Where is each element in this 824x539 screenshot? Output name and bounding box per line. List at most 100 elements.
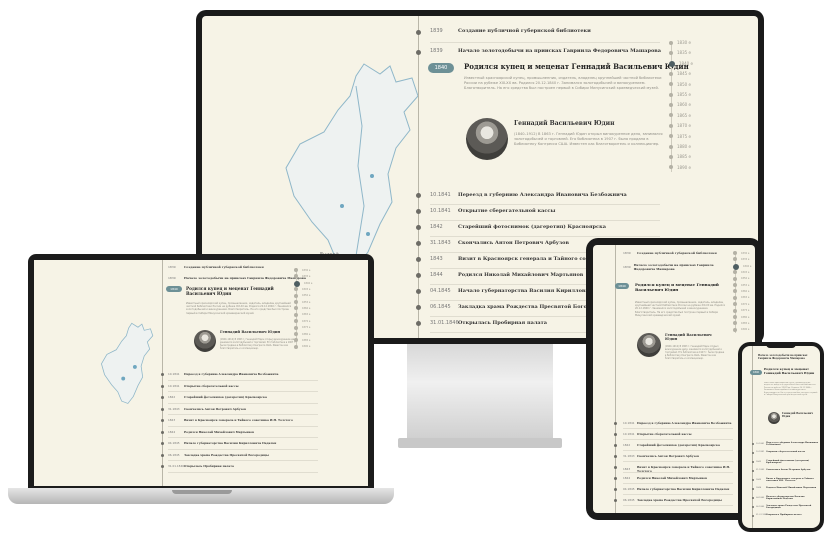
year-marker[interactable]: 1870 е bbox=[294, 319, 310, 324]
year-marker[interactable]: 1880 е bbox=[294, 332, 310, 336]
event-row[interactable]: 10.1841 Переезд в губернию Александра Ива… bbox=[623, 421, 743, 425]
event-row[interactable]: 1843 Визит в Красноярск генерала и Тайног… bbox=[168, 418, 293, 422]
event-row[interactable]: 06.1845 Закладка храма Рождества Пресвято… bbox=[623, 498, 743, 502]
year-marker[interactable]: 1860 е bbox=[733, 289, 749, 294]
year-marker[interactable]: 1850 е bbox=[669, 82, 691, 87]
event-row[interactable]: 1844 Родился Николай Михайлович Мартьянов bbox=[756, 487, 820, 489]
active-date-pill[interactable]: 1840 bbox=[750, 370, 762, 375]
year-marker[interactable]: 1890 е bbox=[294, 344, 310, 349]
year-marker[interactable]: 1855 е bbox=[733, 283, 749, 287]
region-map[interactable] bbox=[272, 56, 452, 276]
event-row[interactable]: 06.1845 Закладка храма Рождества Пресвято… bbox=[756, 505, 820, 509]
event-row[interactable]: 1839 Начало золотодобычи на приисках Гав… bbox=[168, 276, 306, 280]
event-row[interactable]: 06.1845 Закладка храма Рождества Пресвято… bbox=[168, 453, 269, 457]
year-marker[interactable]: 1855 е bbox=[294, 300, 310, 304]
year-marker[interactable]: 1870 е bbox=[733, 302, 749, 307]
event-row[interactable]: 1839 Создание публичной губернской библи… bbox=[623, 251, 717, 255]
year-marker[interactable]: 1840 е bbox=[733, 263, 751, 270]
year-marker[interactable]: 1865 е bbox=[294, 312, 310, 317]
event-row[interactable]: 1839 Начало золотодобычи на приисках Гав… bbox=[430, 48, 661, 54]
event-row[interactable]: 10.1841 Переезд в губернию Александра Ива… bbox=[168, 372, 278, 376]
event-row[interactable]: 1839 Создание публичной губернской библи… bbox=[430, 28, 591, 34]
event-row[interactable]: 04.1845 Начало губернаторства Василия Кир… bbox=[623, 487, 743, 491]
year-marker[interactable]: 1855 е bbox=[669, 92, 691, 97]
year-marker[interactable]: 1885 е bbox=[294, 338, 310, 343]
divider bbox=[168, 391, 318, 392]
event-row[interactable]: 31.1843 Скончались Антон Петрович Арбузов bbox=[756, 469, 820, 471]
year-marker[interactable]: 1875 е bbox=[294, 325, 310, 330]
event-text: Закладка храма Рождества Пресвятой Богор… bbox=[184, 452, 269, 457]
event-row[interactable]: 10.1841 Открытие сберегательной кассы bbox=[756, 451, 820, 453]
year-marker[interactable]: 1875 е bbox=[669, 134, 691, 139]
event-row[interactable]: 10.1841 Переезд в губернию Александра Ива… bbox=[756, 442, 820, 446]
event-row[interactable]: 31.1843 Скончались Антон Петрович Арбузов bbox=[168, 407, 246, 411]
event-row[interactable]: 06.1845 Закладка храма Рождества Пресвято… bbox=[430, 304, 610, 310]
divider bbox=[623, 483, 733, 484]
active-date-pill[interactable]: 1840 bbox=[428, 63, 454, 73]
event-row[interactable]: 1839 Создание публичной губернской библи… bbox=[168, 265, 264, 269]
event-row[interactable]: 1844 Родился Николай Михайлович Мартьянов bbox=[430, 272, 583, 278]
active-date-pill[interactable]: 1840 bbox=[615, 283, 629, 289]
year-marker[interactable]: 1880 е bbox=[733, 315, 749, 319]
year-marker[interactable]: 1830 е bbox=[733, 251, 749, 255]
year-tick-icon bbox=[733, 321, 737, 326]
event-row[interactable]: 1842 Старейший фотоснимок (дагеротип) Кра… bbox=[168, 395, 267, 399]
year-label: 1880 е bbox=[741, 315, 750, 319]
year-marker[interactable]: 1885 е bbox=[733, 321, 749, 326]
year-marker[interactable]: 1860 е bbox=[294, 306, 310, 311]
year-marker[interactable]: 1885 е bbox=[669, 154, 691, 159]
year-marker[interactable]: 1870 е bbox=[669, 123, 691, 128]
event-dot bbox=[161, 453, 164, 457]
event-date: 10.1841 bbox=[756, 443, 765, 445]
year-tick-icon bbox=[294, 293, 298, 298]
event-row[interactable]: 10.1841 Открытие сберегательной кассы bbox=[168, 384, 239, 388]
active-date-pill[interactable]: 1840 bbox=[166, 286, 182, 292]
event-row[interactable]: 31.1843 Скончались Антон Петрович Арбузов bbox=[623, 454, 743, 458]
event-row[interactable]: 04.1845 Начало губернаторства Василия Кир… bbox=[168, 441, 276, 445]
year-marker[interactable]: 1845 е bbox=[669, 71, 691, 76]
year-marker[interactable]: 1890 е bbox=[733, 327, 749, 332]
divider bbox=[168, 425, 318, 427]
event-row[interactable]: 31.01.1846 Открылась Пробирная палата bbox=[430, 320, 547, 326]
event-row[interactable]: 1844 Родился Николай Михайлович Мартьянов bbox=[623, 476, 743, 480]
event-row[interactable]: 31.01.1846 Открылась Пробирная палата bbox=[168, 464, 234, 468]
event-row[interactable]: 1844 Родился Николай Михайлович Мартьянов bbox=[168, 430, 254, 434]
event-date: 04.1845 bbox=[168, 441, 180, 445]
year-marker[interactable]: 1845 е bbox=[294, 287, 310, 292]
year-marker[interactable]: 1880 е bbox=[669, 144, 691, 149]
year-marker[interactable]: 1835 е bbox=[733, 257, 749, 262]
event-dot bbox=[751, 479, 754, 481]
year-marker[interactable]: 1835 е bbox=[294, 274, 310, 279]
year-marker[interactable]: 1830 е bbox=[294, 268, 310, 272]
year-marker[interactable]: 1840 е bbox=[294, 280, 312, 287]
year-marker[interactable]: 1850 е bbox=[294, 293, 310, 298]
year-marker[interactable]: 1845 е bbox=[733, 270, 749, 275]
event-text: Родился Николай Михайлович Мартьянов bbox=[637, 476, 708, 480]
event-row[interactable]: 31.1843 Скончались Антон Петрович Арбузов bbox=[430, 240, 569, 246]
year-marker[interactable]: 1850 е bbox=[733, 276, 749, 281]
event-row[interactable]: 1842 Старейший фотоснимок (дагеротип) Кра… bbox=[623, 443, 743, 447]
year-tick-icon bbox=[669, 134, 673, 139]
event-row[interactable]: 1842 Старейший фотоснимок (дагеротип) Кра… bbox=[756, 460, 820, 464]
event-row[interactable]: 31.01.1846 Открылась Пробирная палата bbox=[756, 514, 820, 516]
event-row[interactable]: 10.1841 Переезд в губернию Александра Ива… bbox=[430, 192, 627, 198]
event-row[interactable]: 10.1841 Открытие сберегательной кассы bbox=[623, 432, 743, 436]
year-marker[interactable]: 1865 е bbox=[733, 295, 749, 300]
year-marker[interactable]: 1830 е bbox=[669, 40, 691, 45]
year-marker[interactable]: 1840 е bbox=[669, 60, 693, 67]
event-row[interactable]: 1839 Начало золотодобычи на приисках Гав… bbox=[623, 263, 727, 271]
year-marker[interactable]: 1865 е bbox=[669, 113, 691, 118]
event-row[interactable]: 10.1841 Открытие сберегательной кассы bbox=[430, 208, 555, 214]
year-tick-icon bbox=[669, 82, 673, 87]
year-marker[interactable]: 1860 е bbox=[669, 102, 691, 107]
year-marker[interactable]: 1835 е bbox=[669, 50, 691, 55]
event-row[interactable]: 04.1845 Начало губернаторства Василия Кир… bbox=[756, 496, 820, 500]
event-row[interactable]: Начало золотодобычи на приисках Гавриила… bbox=[758, 354, 818, 360]
region-map[interactable] bbox=[96, 318, 166, 408]
year-tick-icon bbox=[733, 302, 737, 307]
event-row[interactable]: 1842 Старейший фотоснимок (дагеротип) Кра… bbox=[430, 224, 606, 230]
year-marker[interactable]: 1875 е bbox=[733, 308, 749, 313]
year-marker[interactable]: 1890 е bbox=[669, 165, 691, 170]
hero-title: Родился купец и меценат Геннадий Василье… bbox=[764, 367, 815, 375]
event-row[interactable]: 1843 Визит в Красноярск генерала и Тайног… bbox=[756, 478, 820, 482]
